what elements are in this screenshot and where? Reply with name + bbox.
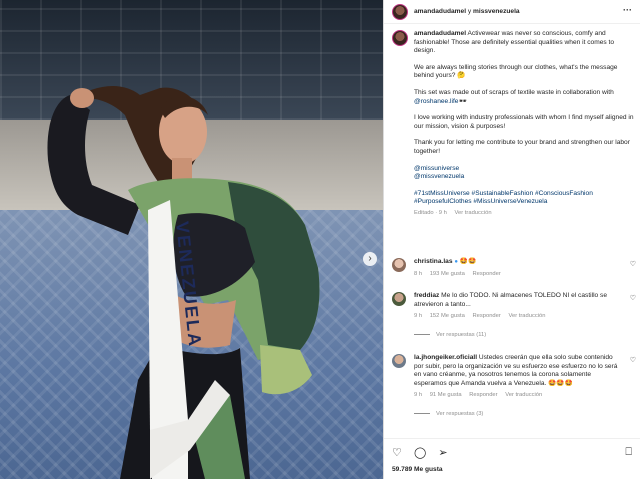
paper-plane-icon[interactable]: ➢ bbox=[438, 447, 447, 459]
comment-time: 9 h bbox=[414, 313, 423, 320]
comment-icon[interactable]: ◯ bbox=[414, 447, 426, 459]
comment-avatar[interactable] bbox=[392, 292, 406, 306]
comment-content: freddiaz Me lo dio TODO. Ni almacenes TO… bbox=[414, 292, 622, 339]
comment-time: 9 h bbox=[414, 392, 423, 399]
comment-content: christina.las ● 🤩🤩 8 h 193 Me gusta Resp… bbox=[414, 258, 622, 278]
more-horizontal-icon[interactable]: ··· bbox=[623, 5, 632, 15]
comment-username[interactable]: la.jhongeiker.oficiall bbox=[414, 354, 477, 361]
comment-reply-link[interactable]: Responder bbox=[472, 271, 500, 277]
comment-translate-link[interactable]: Ver traducción bbox=[505, 392, 542, 398]
mention-missvenezuela[interactable]: @missvenezuela bbox=[414, 173, 464, 180]
likes-count[interactable]: 59.789 Me gusta bbox=[392, 466, 443, 473]
bookmark-icon[interactable]: ⎕ bbox=[625, 446, 632, 459]
caption-paragraph-3: This set was made out of scraps of texti… bbox=[414, 89, 636, 106]
comment-meta: 9 h 91 Me gusta Responder Ver traducción bbox=[414, 391, 622, 400]
comment-username[interactable]: christina.las bbox=[414, 258, 452, 265]
caption-paragraph-1: amandadudamel Activewear was never so co… bbox=[414, 30, 636, 56]
mention-missuniverse[interactable]: @missuniverse bbox=[414, 165, 459, 172]
caption-translate-link[interactable]: Ver traducción bbox=[455, 210, 492, 216]
caption-edited-time: Editado · 9 h bbox=[414, 209, 447, 216]
caption-paragraph-2: We are always telling stories through ou… bbox=[414, 63, 618, 80]
view-replies-link[interactable]: Ver respuestas (11) bbox=[414, 331, 622, 340]
post-actions: ♡ ◯ ➢ ⎕ 59.789 Me gusta bbox=[384, 438, 640, 479]
roshanee-link[interactable]: @roshanee.life bbox=[414, 98, 458, 105]
author-username[interactable]: amandadudamel bbox=[414, 8, 466, 15]
caption-hashtags[interactable]: #71stMissUniverse #SustainableFashion #C… bbox=[414, 190, 636, 207]
comment-username[interactable]: freddiaz bbox=[414, 292, 439, 299]
heart-icon[interactable]: ♡ bbox=[630, 294, 636, 302]
comment-likes[interactable]: 193 Me gusta bbox=[430, 271, 465, 277]
comment-avatar[interactable] bbox=[392, 354, 406, 368]
comment-reply-link[interactable]: Responder bbox=[469, 392, 497, 398]
post-side-panel: amandadudamel y missvenezuela ··· amanda… bbox=[384, 0, 640, 479]
caption-meta: Editado · 9 h Ver traducción bbox=[414, 209, 636, 218]
authors-connector: y bbox=[467, 8, 472, 15]
model-figure: VENEZUELA bbox=[47, 85, 320, 479]
instagram-post-view: VENEZUELA › amandadudamel y missvenezuel… bbox=[0, 0, 640, 479]
comment-avatar[interactable] bbox=[392, 258, 406, 272]
sunglasses-emoji: 🕶 bbox=[458, 97, 467, 105]
post-photo[interactable]: VENEZUELA › bbox=[0, 0, 383, 479]
caption-text-3: This set was made out of scraps of texti… bbox=[414, 88, 614, 96]
caption-mentions: @missuniverse @missvenezuela bbox=[414, 165, 636, 182]
collaborator-username[interactable]: missvenezuela bbox=[473, 8, 520, 15]
heart-icon[interactable]: ♡ bbox=[630, 260, 636, 268]
comment-likes[interactable]: 91 Me gusta bbox=[430, 392, 462, 398]
comment-reply-link[interactable]: Responder bbox=[472, 313, 500, 319]
caption-paragraph-4: I love working with industry professiona… bbox=[414, 114, 634, 130]
comment-likes[interactable]: 152 Me gusta bbox=[430, 313, 465, 319]
post-header: amandadudamel y missvenezuela ··· bbox=[384, 0, 640, 24]
view-replies-link[interactable]: Ver respuestas (3) bbox=[414, 410, 622, 419]
heart-icon[interactable]: ♡ bbox=[392, 447, 402, 459]
chevron-right-icon[interactable]: › bbox=[363, 252, 377, 266]
comment-content: la.jhongeiker.oficiall Ustedes creerán q… bbox=[414, 354, 622, 419]
comment-translate-link[interactable]: Ver traducción bbox=[508, 313, 545, 319]
verified-badge-icon: ● bbox=[454, 259, 458, 265]
comment-time: 8 h bbox=[414, 270, 423, 277]
comment-text: 🤩🤩 bbox=[459, 258, 477, 265]
caption-username[interactable]: amandadudamel bbox=[414, 30, 466, 37]
comment-meta: 8 h 193 Me gusta Responder bbox=[414, 270, 622, 279]
caption-avatar[interactable] bbox=[392, 30, 408, 46]
author-avatar[interactable] bbox=[392, 4, 408, 20]
caption-body: amandadudamel Activewear was never so co… bbox=[414, 30, 636, 218]
post-authors: amandadudamel y missvenezuela bbox=[414, 8, 520, 15]
action-icons: ♡ ◯ ➢ bbox=[392, 446, 457, 459]
caption-paragraph-5: Thank you for letting me contribute to y… bbox=[414, 139, 630, 155]
comment-meta: 9 h 152 Me gusta Responder Ver traducció… bbox=[414, 312, 622, 321]
comment-text: Me lo dio TODO. Ni almacenes TOLEDO NI e… bbox=[414, 292, 608, 308]
heart-icon[interactable]: ♡ bbox=[630, 356, 636, 364]
